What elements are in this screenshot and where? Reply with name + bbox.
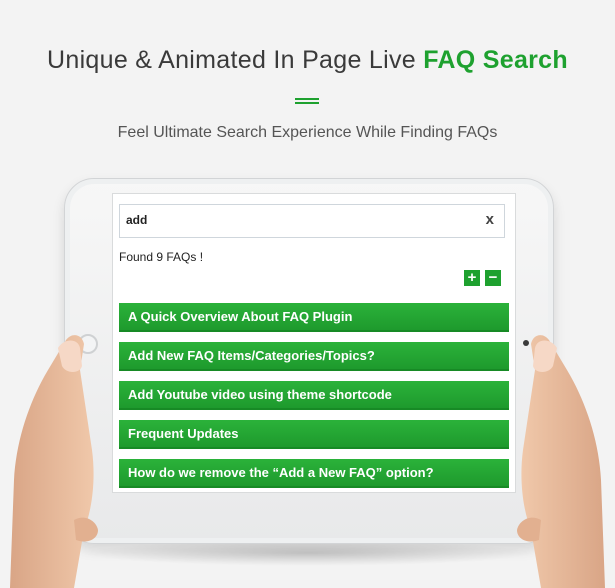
title-divider [295,98,319,104]
title-accent: FAQ Search [423,46,568,74]
right-hand [517,335,605,588]
expand-all-button[interactable]: + [464,270,480,286]
collapse-all-button[interactable]: − [485,270,501,286]
page-subtitle: Feel Ultimate Search Experience While Fi… [117,124,498,141]
title-prefix: Unique & Animated In Page Live [47,46,424,74]
faq-item[interactable]: Frequent Updates [119,420,509,449]
results-count: Found 9 FAQs ! [119,250,204,264]
faq-screen: x Found 9 FAQs ! + − A Quick Overview Ab… [112,193,516,493]
search-box: x [119,204,505,238]
clear-search-icon[interactable]: x [486,211,494,228]
faq-list: A Quick Overview About FAQ Plugin Add Ne… [119,303,509,492]
faq-item[interactable]: Add Youtube video using theme shortcode [119,381,509,410]
left-hand [10,335,98,588]
faq-item[interactable]: Add New FAQ Items/Categories/Topics? [119,342,509,371]
search-input[interactable] [120,205,456,235]
faq-item[interactable]: How do we remove the “Add a New FAQ” opt… [119,459,509,488]
faq-item[interactable]: A Quick Overview About FAQ Plugin [119,303,509,332]
page-title: Unique & Animated In Page Live FAQ Searc… [0,46,615,75]
